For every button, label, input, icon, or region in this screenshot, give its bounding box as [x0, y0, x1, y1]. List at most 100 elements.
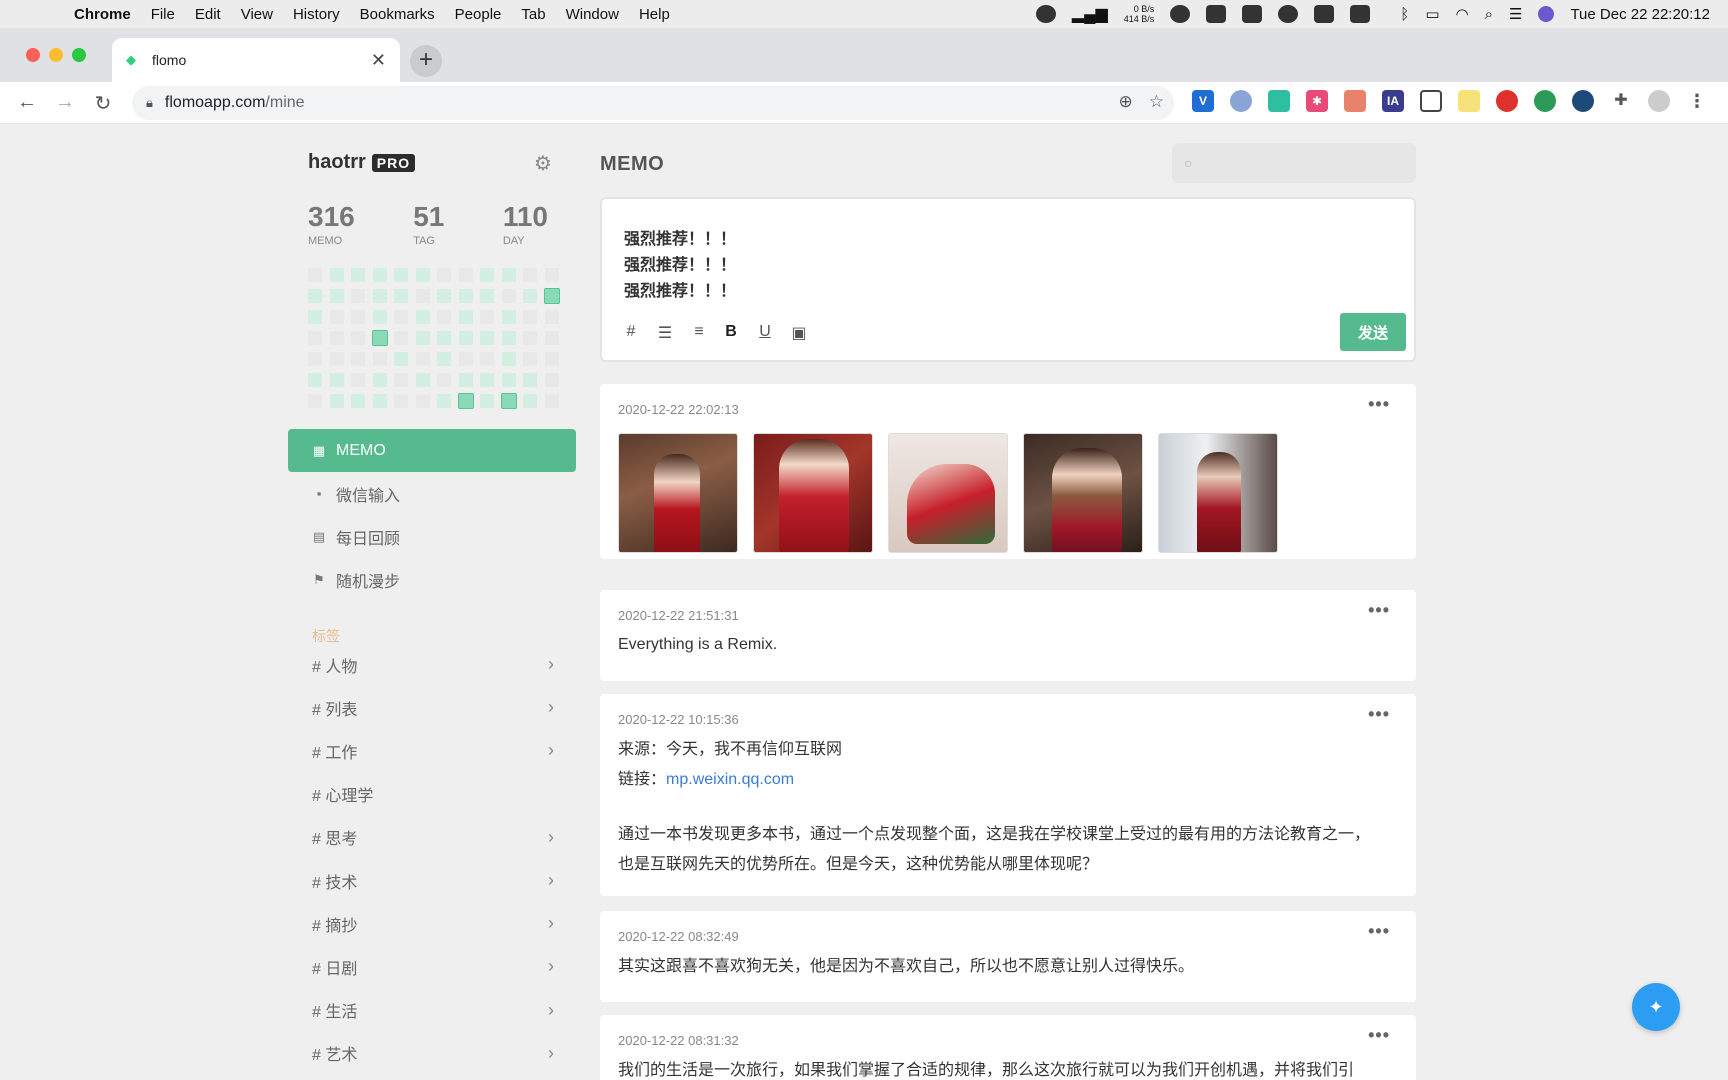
heatmap-cell[interactable]	[544, 394, 559, 408]
heatmap-cell[interactable]	[308, 352, 322, 366]
heatmap-cell[interactable]	[372, 310, 387, 324]
heatmap-cell[interactable]	[308, 331, 322, 345]
tag-item[interactable]: # 心理学	[288, 773, 576, 816]
menu-view[interactable]: View	[231, 6, 283, 23]
activity-bars-icon[interactable]: ▂▄▆	[1072, 4, 1108, 24]
underline-button[interactable]: U	[754, 323, 776, 341]
wifi-icon[interactable]: ◠	[1456, 5, 1469, 23]
heatmap-cell[interactable]	[394, 289, 408, 303]
menu-bookmarks[interactable]: Bookmarks	[350, 6, 445, 23]
heatmap-cell[interactable]	[308, 373, 322, 387]
tag-item[interactable]: # 摘抄 ›	[288, 902, 576, 945]
chevron-right-icon[interactable]: ›	[548, 740, 554, 761]
chrome-menu-icon[interactable]: ⋮	[1686, 90, 1708, 112]
extension-capture-icon[interactable]	[1420, 90, 1442, 112]
more-options-icon[interactable]: •••	[1368, 1025, 1390, 1046]
chevron-right-icon[interactable]: ›	[548, 697, 554, 718]
tag-item[interactable]: # 日剧 ›	[288, 945, 576, 988]
heatmap-cell[interactable]	[415, 331, 430, 345]
extension-note-icon[interactable]	[1458, 90, 1480, 112]
heatmap-cell[interactable]	[501, 373, 516, 387]
bookmark-star-icon[interactable]: ☆	[1149, 92, 1164, 112]
heatmap-cell[interactable]	[372, 268, 387, 282]
search-box[interactable]: ○	[1172, 143, 1416, 183]
menu-history[interactable]: History	[283, 6, 350, 23]
control-center-icon[interactable]: ☰	[1509, 5, 1522, 23]
window-minimize-button[interactable]	[49, 48, 63, 62]
siri-icon[interactable]	[1538, 6, 1555, 22]
extension-star-icon[interactable]: ✱	[1306, 90, 1328, 112]
heatmap-cell[interactable]	[329, 289, 344, 303]
profile-avatar-icon[interactable]	[1648, 90, 1670, 112]
extension-green-icon[interactable]	[1534, 90, 1556, 112]
heatmap-cell[interactable]	[351, 310, 365, 324]
heatmap-cell[interactable]	[458, 373, 473, 387]
more-options-icon[interactable]: •••	[1368, 704, 1390, 725]
bold-button[interactable]: B	[720, 323, 742, 341]
window-close-button[interactable]	[26, 48, 40, 62]
heatmap-cell[interactable]	[457, 393, 474, 409]
heatmap-cell[interactable]	[308, 310, 322, 324]
heatmap-cell[interactable]	[501, 331, 516, 345]
heatmap-cell[interactable]	[480, 289, 494, 303]
heatmap-cell[interactable]	[351, 352, 365, 366]
chevron-right-icon[interactable]: ›	[548, 1043, 554, 1064]
heatmap-cell[interactable]	[415, 373, 430, 387]
heatmap-cell[interactable]	[394, 310, 408, 324]
heatmap-cell[interactable]	[372, 352, 387, 366]
extensions-puzzle-icon[interactable]: ✚	[1610, 90, 1632, 112]
extension-red-icon[interactable]	[1496, 90, 1518, 112]
memo-image[interactable]	[753, 433, 873, 553]
memo-image[interactable]	[618, 433, 738, 553]
heatmap-cell[interactable]	[372, 394, 387, 408]
heatmap-cell[interactable]	[501, 310, 516, 324]
extension-circle-icon[interactable]	[1230, 90, 1252, 112]
heatmap-cell[interactable]	[437, 352, 451, 366]
heatmap-cell[interactable]	[500, 393, 517, 409]
chevron-right-icon[interactable]: ›	[548, 654, 554, 675]
heatmap-cell[interactable]	[394, 268, 408, 282]
spotlight-search-icon[interactable]: ⌕	[1485, 6, 1493, 23]
heatmap-cell[interactable]	[544, 331, 559, 345]
heatmap-cell[interactable]	[351, 331, 365, 345]
more-options-icon[interactable]: •••	[1368, 921, 1390, 942]
heatmap-cell[interactable]	[480, 373, 494, 387]
heatmap-cell[interactable]	[437, 268, 451, 282]
nav-random-walk[interactable]: ⚑ 随机漫步	[288, 558, 576, 601]
heatmap-cell[interactable]	[458, 352, 473, 366]
new-tab-button[interactable]: +	[410, 45, 442, 77]
heatmap-cell[interactable]	[329, 268, 344, 282]
heatmap-cell[interactable]	[415, 352, 430, 366]
back-icon[interactable]: ←	[14, 91, 40, 114]
bullet-list-icon[interactable]: ☰	[654, 323, 676, 343]
chevron-right-icon[interactable]: ›	[548, 956, 554, 977]
heatmap-cell[interactable]	[394, 373, 408, 387]
heatmap-cell[interactable]	[544, 373, 559, 387]
tab-close-icon[interactable]: ✕	[371, 50, 386, 71]
image-icon[interactable]: ▣	[788, 323, 810, 343]
hashtag-button[interactable]: #	[620, 323, 642, 341]
window-zoom-button[interactable]	[72, 48, 86, 62]
lock-icon[interactable]: 🔒︎	[146, 95, 153, 111]
menu-app-chrome[interactable]: Chrome	[64, 6, 141, 23]
send-button[interactable]: 发送	[1340, 313, 1406, 351]
more-options-icon[interactable]: •••	[1368, 600, 1390, 621]
chevron-right-icon[interactable]: ›	[548, 1000, 554, 1021]
heatmap-cell[interactable]	[501, 352, 516, 366]
tag-item[interactable]: # 列表 ›	[288, 686, 576, 729]
heatmap-cell[interactable]	[523, 394, 537, 408]
heatmap-cell[interactable]	[329, 394, 344, 408]
memo-editor[interactable]: 强烈推荐！！！ 强烈推荐！！！ 强烈推荐！！！ # ☰ ≡ B U ▣ 发送	[600, 197, 1416, 362]
editor-line[interactable]: 强烈推荐！！！	[624, 225, 736, 249]
heatmap-cell[interactable]	[329, 310, 344, 324]
heatmap-cell[interactable]	[394, 352, 408, 366]
numbered-list-icon[interactable]: ≡	[688, 323, 710, 341]
heatmap-cell[interactable]	[458, 331, 473, 345]
heatmap-cell[interactable]	[523, 373, 537, 387]
heatmap-cell[interactable]	[480, 352, 494, 366]
heatmap-cell[interactable]	[437, 373, 451, 387]
chevron-right-icon[interactable]: ›	[548, 870, 554, 891]
app-s2-icon[interactable]	[1350, 5, 1371, 23]
menu-tab[interactable]: Tab	[511, 6, 555, 23]
layout-icon[interactable]	[1314, 5, 1335, 23]
